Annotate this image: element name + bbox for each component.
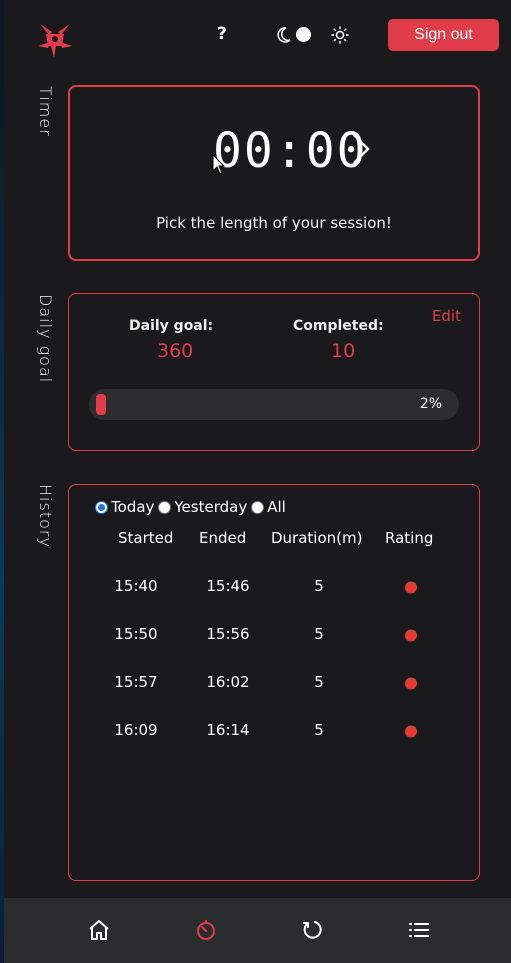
- list-icon[interactable]: [407, 918, 431, 942]
- timer-display[interactable]: 00:00: [213, 123, 368, 179]
- tomato-icon: [405, 629, 417, 642]
- sun-icon[interactable]: [331, 26, 349, 44]
- cell-duration: 5: [314, 625, 324, 643]
- goal-progress-text: 2%: [419, 396, 442, 412]
- timer-icon[interactable]: [194, 918, 218, 942]
- daily-goal-card: Edit Daily goal: 360 Completed: 10 2%: [68, 293, 480, 451]
- edit-goal-link[interactable]: Edit: [432, 307, 461, 325]
- timer-hint: Pick the length of your session!: [156, 214, 392, 232]
- section-title-timer: Timer: [36, 86, 55, 137]
- cell-duration: 5: [314, 577, 324, 595]
- logo-icon: [38, 24, 72, 58]
- cell-ended: 15:56: [206, 625, 250, 643]
- column-header-started: Started: [118, 529, 174, 547]
- filter-label-yesterday[interactable]: Yesterday: [174, 498, 247, 516]
- history-filters: Today Yesterday All: [95, 498, 290, 516]
- section-title-daily-goal: Daily goal: [36, 294, 55, 384]
- cell-duration: 5: [314, 721, 324, 739]
- radio-today[interactable]: [95, 500, 108, 514]
- bottom-nav: [4, 898, 511, 963]
- refresh-icon[interactable]: [300, 918, 324, 942]
- goal-progress-bar: 2%: [89, 389, 459, 420]
- tomato-icon: [405, 581, 417, 594]
- completed-label: Completed:: [293, 318, 384, 334]
- cell-ended: 16:14: [206, 721, 250, 739]
- home-icon[interactable]: [87, 918, 111, 942]
- toggle-knob: [296, 27, 311, 42]
- history-card: Today Yesterday All Started Ended Durati…: [68, 484, 480, 881]
- tomato-icon: [405, 725, 417, 738]
- app-container: ? Sign out Timer Daily goal History 00:0…: [4, 0, 511, 963]
- completed-value: 10: [331, 340, 356, 362]
- sign-out-button[interactable]: Sign out: [388, 19, 499, 51]
- radio-all[interactable]: [251, 500, 265, 514]
- radio-yesterday[interactable]: [158, 500, 172, 514]
- cell-started: 16:09: [114, 721, 158, 739]
- filter-label-all[interactable]: All: [267, 498, 286, 516]
- cell-duration: 5: [314, 673, 324, 691]
- column-header-rating: Rating: [385, 529, 434, 547]
- cell-ended: 15:46: [206, 577, 250, 595]
- cell-started: 15:40: [114, 577, 158, 595]
- daily-goal-value: 360: [157, 340, 194, 362]
- cell-ended: 16:02: [206, 673, 250, 691]
- filter-label-today[interactable]: Today: [111, 498, 154, 516]
- cell-started: 15:50: [114, 625, 158, 643]
- chevron-right-icon[interactable]: [350, 132, 372, 166]
- mouse-cursor-icon: [212, 154, 226, 175]
- theme-toggle[interactable]: [276, 26, 316, 44]
- help-button[interactable]: ?: [217, 24, 227, 44]
- timer-card: 00:00 Pick the length of your session!: [68, 85, 480, 261]
- column-header-duration: Duration(m): [271, 529, 363, 547]
- daily-goal-label: Daily goal:: [129, 318, 214, 334]
- cell-started: 15:57: [114, 673, 158, 691]
- moon-icon: [277, 27, 291, 43]
- column-header-ended: Ended: [199, 529, 247, 547]
- section-title-history: History: [36, 484, 55, 548]
- tomato-icon: [405, 677, 417, 690]
- goal-progress-fill: [96, 394, 106, 415]
